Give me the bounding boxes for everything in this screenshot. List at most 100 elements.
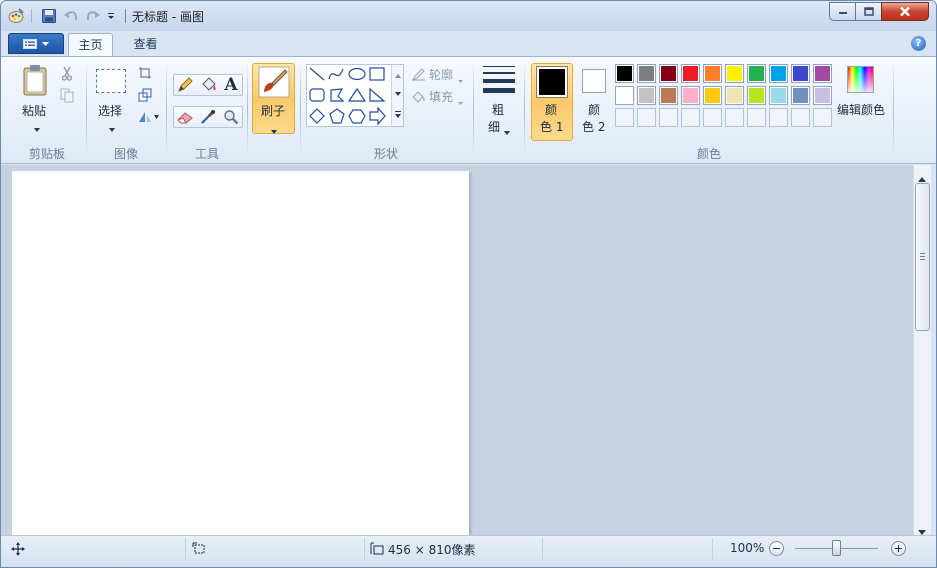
redo-icon[interactable] bbox=[84, 7, 102, 25]
palette-swatch-empty[interactable] bbox=[637, 108, 656, 127]
paint-palette-icon[interactable] bbox=[7, 7, 25, 25]
chevron-down-icon[interactable] bbox=[109, 121, 115, 132]
size-line-icon bbox=[483, 72, 515, 74]
colors-group-label: 颜色 bbox=[697, 147, 722, 161]
group-separator bbox=[86, 61, 87, 157]
title-bar: 无标题 - 画图 bbox=[1, 1, 936, 31]
paint-window: 无标题 - 画图 主页 查看 ? 粘贴 剪贴板 选择 图像 A 工具 刷子 轮廓… bbox=[0, 0, 937, 568]
undo-icon[interactable] bbox=[62, 7, 80, 25]
chevron-down-icon[interactable] bbox=[458, 94, 463, 105]
copy-icon[interactable] bbox=[59, 87, 75, 103]
palette-swatch[interactable] bbox=[813, 86, 832, 105]
window-title: 无标题 - 画图 bbox=[132, 10, 204, 24]
outline-label[interactable]: 轮廓 bbox=[429, 66, 453, 83]
palette-swatch[interactable] bbox=[769, 64, 788, 83]
palette-swatch[interactable] bbox=[769, 86, 788, 105]
pencil-icon[interactable] bbox=[175, 76, 195, 94]
close-button[interactable] bbox=[881, 2, 929, 21]
minimize-button[interactable] bbox=[829, 2, 856, 21]
palette-swatch[interactable] bbox=[637, 64, 656, 83]
palette-swatch-empty[interactable] bbox=[659, 108, 678, 127]
polygon-shape-icon bbox=[330, 88, 345, 102]
canvas-size-icon bbox=[370, 542, 384, 556]
cursor-position-icon bbox=[11, 542, 25, 556]
palette-swatch-empty[interactable] bbox=[703, 108, 722, 127]
fill-label[interactable]: 填充 bbox=[429, 88, 453, 105]
select-icon[interactable] bbox=[96, 69, 126, 93]
palette-swatch[interactable] bbox=[637, 86, 656, 105]
tools-group-label: 工具 bbox=[195, 147, 220, 161]
palette-swatch[interactable] bbox=[703, 86, 722, 105]
palette-swatch[interactable] bbox=[747, 86, 766, 105]
scroll-thumb[interactable] bbox=[915, 183, 930, 331]
text-icon[interactable]: A bbox=[221, 75, 241, 95]
palette-swatch[interactable] bbox=[725, 64, 744, 83]
vertical-scrollbar[interactable] bbox=[913, 165, 931, 535]
outline-icon[interactable] bbox=[410, 67, 426, 81]
color-picker-icon[interactable] bbox=[198, 108, 218, 126]
shapes-gallery-scroll[interactable] bbox=[391, 65, 403, 126]
separator bbox=[125, 9, 126, 23]
scroll-up-icon[interactable] bbox=[918, 171, 926, 182]
help-icon[interactable]: ? bbox=[911, 36, 926, 51]
fill-bucket-icon[interactable] bbox=[198, 76, 218, 94]
palette-swatch[interactable] bbox=[681, 64, 700, 83]
palette-swatch-empty[interactable] bbox=[747, 108, 766, 127]
chevron-down-icon[interactable] bbox=[504, 124, 510, 135]
scroll-down-icon[interactable] bbox=[918, 524, 926, 535]
color1-swatch-frame bbox=[536, 66, 568, 98]
select-label[interactable]: 选择 bbox=[98, 102, 122, 119]
close-icon bbox=[900, 6, 910, 17]
fill-icon[interactable] bbox=[410, 89, 426, 103]
zoom-out-icon[interactable] bbox=[769, 541, 784, 556]
palette-swatch[interactable] bbox=[747, 64, 766, 83]
status-bar: 456 × 810像素 100% bbox=[1, 535, 936, 567]
palette-swatch[interactable] bbox=[659, 64, 678, 83]
palette-swatch-empty[interactable] bbox=[813, 108, 832, 127]
resize-icon[interactable] bbox=[137, 87, 153, 103]
edit-colors-icon[interactable] bbox=[847, 66, 874, 93]
dropdown-arrow-icon[interactable] bbox=[104, 7, 118, 25]
zoom-slider-thumb[interactable] bbox=[831, 540, 841, 556]
zoom-in-icon[interactable] bbox=[891, 541, 906, 556]
palette-swatch[interactable] bbox=[725, 86, 744, 105]
palette-swatch-empty[interactable] bbox=[725, 108, 744, 127]
size-line-icon bbox=[483, 66, 515, 67]
chevron-down-icon[interactable] bbox=[34, 121, 40, 132]
edit-colors-label[interactable]: 编辑颜色 bbox=[837, 101, 885, 118]
palette-swatch[interactable] bbox=[813, 64, 832, 83]
rotate-icon[interactable] bbox=[136, 109, 160, 125]
chevron-down-icon[interactable] bbox=[271, 123, 277, 134]
paste-button[interactable] bbox=[21, 63, 49, 97]
palette-swatch[interactable] bbox=[791, 64, 810, 83]
curve-shape-icon bbox=[328, 68, 344, 80]
palette-swatch[interactable] bbox=[681, 86, 700, 105]
shapes-gallery-icons bbox=[309, 67, 386, 126]
palette-swatch-empty[interactable] bbox=[791, 108, 810, 127]
hexagon-shape-icon bbox=[348, 109, 366, 124]
eraser-icon[interactable] bbox=[175, 108, 195, 126]
tab-home[interactable]: 主页 bbox=[68, 33, 113, 56]
save-icon[interactable] bbox=[40, 7, 58, 25]
scissors-icon[interactable] bbox=[59, 65, 75, 81]
magnifier-icon[interactable] bbox=[221, 108, 241, 126]
drawing-canvas[interactable] bbox=[12, 171, 469, 535]
maximize-button[interactable] bbox=[855, 2, 882, 21]
palette-swatch-empty[interactable] bbox=[769, 108, 788, 127]
oval-shape-icon bbox=[348, 67, 366, 81]
palette-swatch[interactable] bbox=[791, 86, 810, 105]
palette-swatch[interactable] bbox=[615, 86, 634, 105]
palette-swatch[interactable] bbox=[659, 86, 678, 105]
pentagon-shape-icon bbox=[329, 108, 345, 124]
file-menu-button[interactable] bbox=[8, 33, 64, 54]
canvas-size-text: 456 × 810像素 bbox=[388, 543, 476, 557]
ribbon-tab-row: 主页 查看 ? bbox=[1, 31, 936, 56]
palette-swatch-empty[interactable] bbox=[615, 108, 634, 127]
tab-view[interactable]: 查看 bbox=[123, 33, 168, 56]
chevron-down-icon[interactable] bbox=[458, 72, 463, 83]
crop-icon[interactable] bbox=[137, 65, 153, 81]
palette-swatch-empty[interactable] bbox=[681, 108, 700, 127]
palette-swatch[interactable] bbox=[703, 64, 722, 83]
canvas-workspace bbox=[1, 165, 913, 535]
palette-swatch[interactable] bbox=[615, 64, 634, 83]
